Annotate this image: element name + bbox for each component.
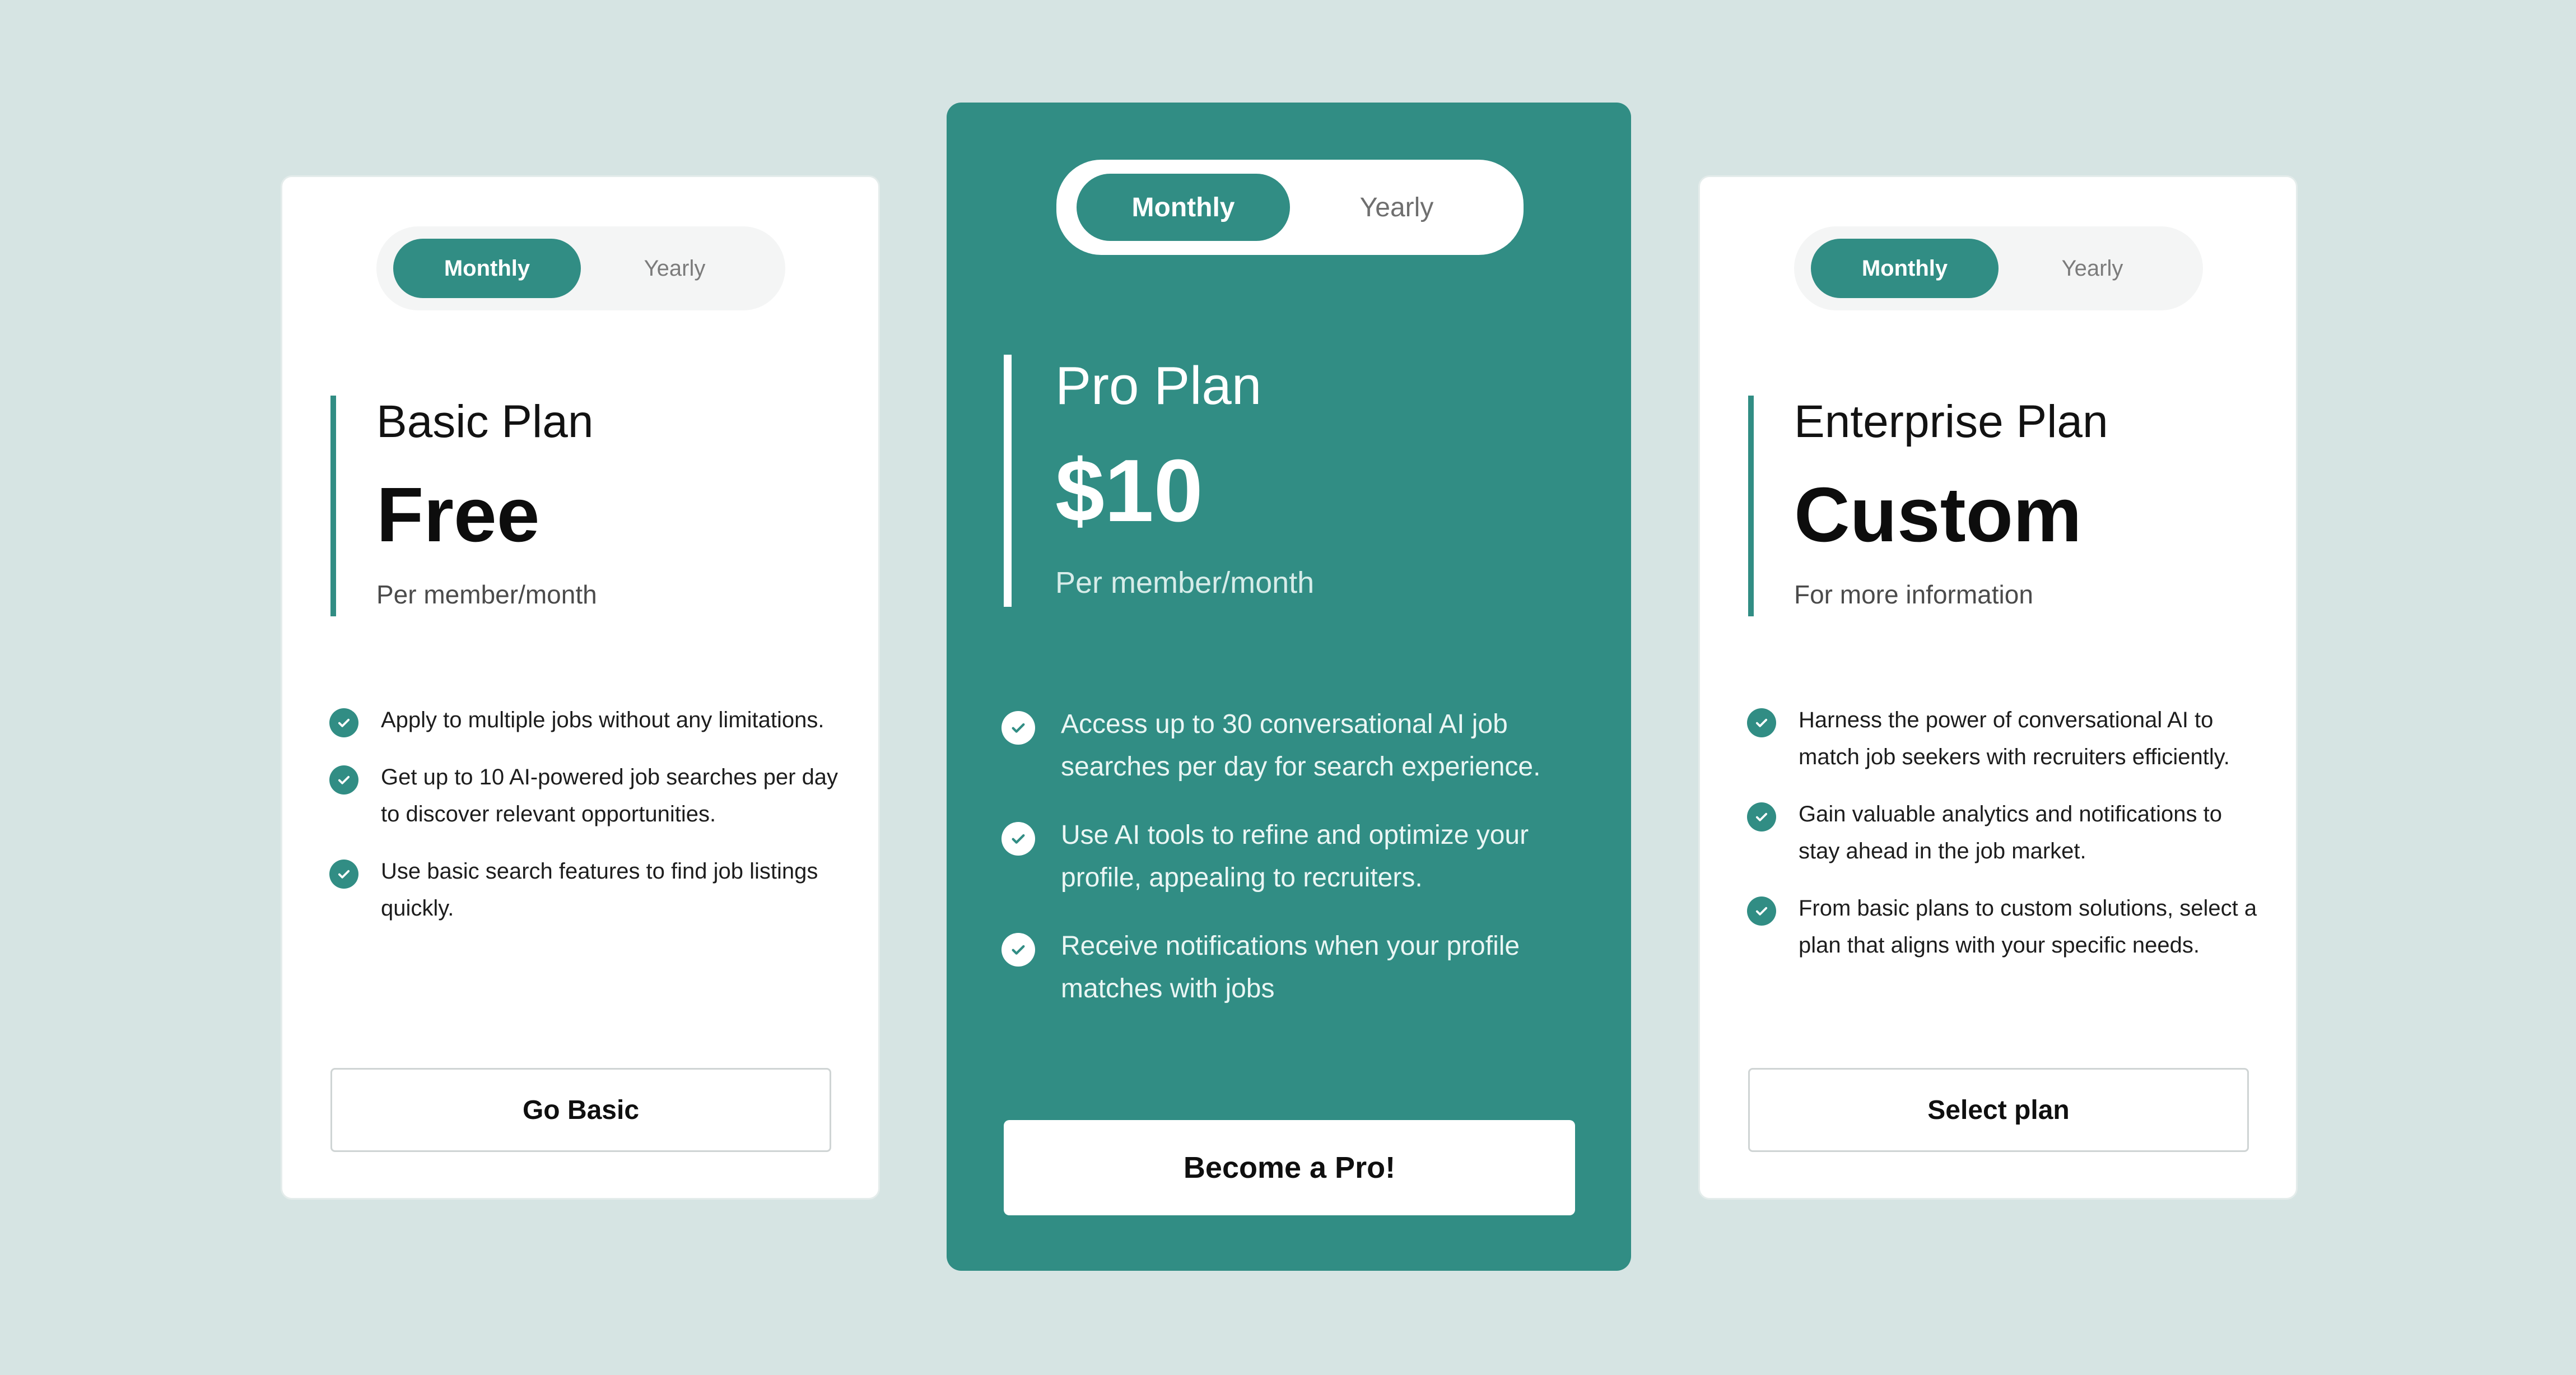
check-circle-icon	[1747, 708, 1776, 737]
check-circle-icon	[1001, 822, 1035, 856]
toggle-yearly[interactable]: Yearly	[1999, 239, 2186, 298]
toggle-monthly[interactable]: Monthly	[393, 239, 581, 298]
plan-header: Basic Plan Free Per member/month	[330, 396, 835, 616]
go-basic-button[interactable]: Go Basic	[330, 1068, 831, 1152]
check-circle-icon	[1747, 896, 1776, 926]
check-circle-icon	[329, 708, 358, 737]
feature-item: From basic plans to custom solutions, se…	[1747, 894, 2262, 964]
price-note: Per member/month	[1055, 566, 1315, 600]
feature-item: Access up to 30 conversational AI job se…	[1001, 708, 1595, 788]
price-note: Per member/month	[376, 580, 597, 609]
plan-price: $10	[1055, 442, 1203, 540]
feature-item: Apply to multiple jobs without any limit…	[329, 706, 845, 738]
feature-item: Receive notifications when your profile …	[1001, 930, 1595, 1010]
check-circle-icon	[329, 765, 358, 795]
pricing-card-basic: Monthly Yearly Basic Plan Free Per membe…	[281, 175, 880, 1200]
feature-text: Receive notifications when your profile …	[1061, 931, 1520, 1004]
feature-text: Use AI tools to refine and optimize your…	[1061, 820, 1529, 893]
check-circle-icon	[1001, 933, 1035, 967]
pricing-card-pro: Monthly Yearly Pro Plan $10 Per member/m…	[947, 103, 1631, 1271]
check-circle-icon	[1001, 711, 1035, 745]
feature-list: Apply to multiple jobs without any limit…	[329, 706, 845, 951]
plan-name: Pro Plan	[1055, 356, 1262, 416]
feature-text: Access up to 30 conversational AI job se…	[1061, 709, 1541, 782]
feature-item: Harness the power of conversational AI t…	[1747, 706, 2262, 775]
billing-toggle: Monthly Yearly	[1056, 160, 1524, 255]
feature-item: Use basic search features to find job li…	[329, 857, 845, 927]
toggle-monthly[interactable]: Monthly	[1077, 174, 1290, 241]
check-circle-icon	[1747, 802, 1776, 831]
toggle-monthly[interactable]: Monthly	[1811, 239, 1999, 298]
feature-text: Apply to multiple jobs without any limit…	[381, 708, 824, 732]
become-pro-button[interactable]: Become a Pro!	[1004, 1120, 1575, 1215]
billing-toggle: Monthly Yearly	[376, 226, 785, 310]
billing-toggle: Monthly Yearly	[1794, 226, 2203, 310]
feature-text: Get up to 10 AI-powered job searches per…	[381, 765, 839, 826]
toggle-yearly[interactable]: Yearly	[1290, 174, 1503, 241]
feature-item: Get up to 10 AI-powered job searches per…	[329, 763, 845, 833]
feature-text: Use basic search features to find job li…	[381, 859, 818, 921]
feature-item: Gain valuable analytics and notification…	[1747, 800, 2262, 870]
feature-item: Use AI tools to refine and optimize your…	[1001, 819, 1595, 899]
price-note: For more information	[1794, 580, 2033, 609]
plan-header: Pro Plan $10 Per member/month	[1004, 355, 1564, 607]
feature-text: Gain valuable analytics and notification…	[1799, 802, 2223, 863]
toggle-yearly[interactable]: Yearly	[581, 239, 768, 298]
feature-text: Harness the power of conversational AI t…	[1799, 708, 2230, 769]
plan-header: Enterprise Plan Custom For more informat…	[1748, 396, 2252, 616]
feature-list: Harness the power of conversational AI t…	[1747, 706, 2262, 988]
plan-price: Free	[376, 472, 540, 558]
plan-price: Custom	[1794, 472, 2082, 558]
plan-name: Basic Plan	[376, 396, 594, 447]
check-circle-icon	[329, 860, 358, 889]
select-plan-button[interactable]: Select plan	[1748, 1068, 2249, 1152]
pricing-card-enterprise: Monthly Yearly Enterprise Plan Custom Fo…	[1698, 175, 2298, 1200]
feature-list: Access up to 30 conversational AI job se…	[1001, 708, 1595, 1040]
feature-text: From basic plans to custom solutions, se…	[1799, 896, 2257, 958]
plan-name: Enterprise Plan	[1794, 396, 2108, 447]
